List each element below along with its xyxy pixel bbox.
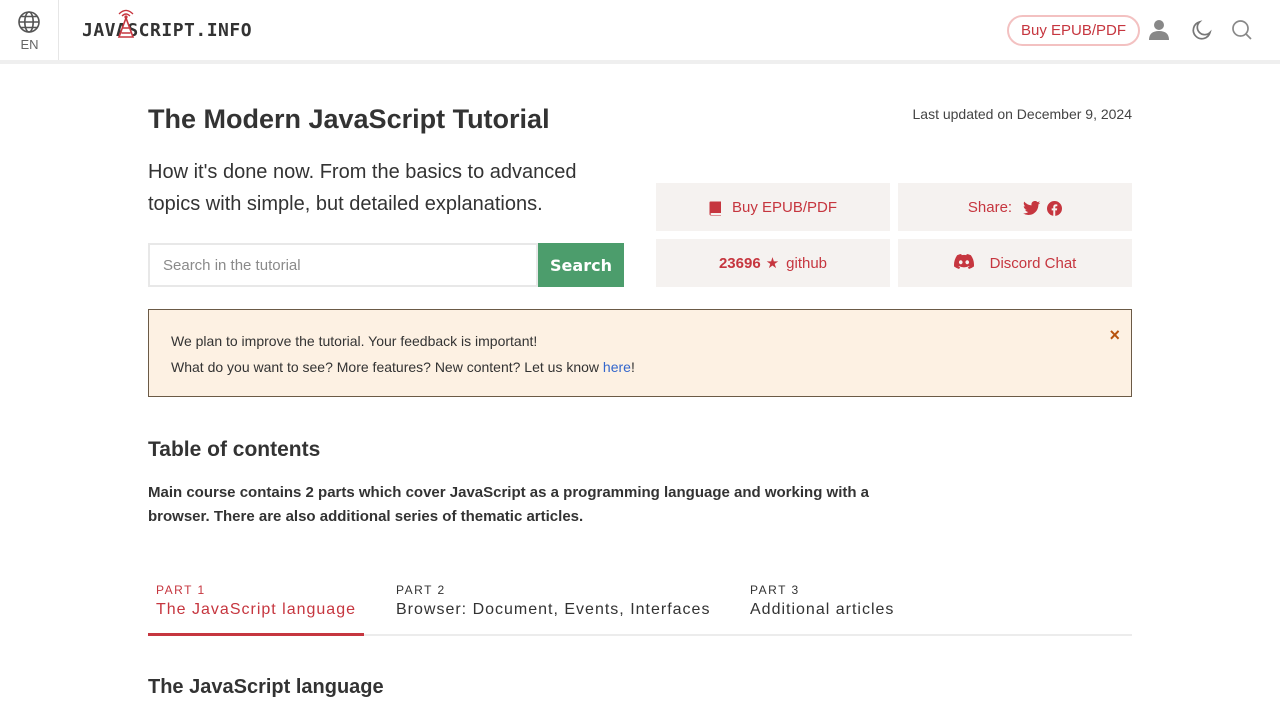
search-icon[interactable] (1230, 18, 1254, 42)
tab-number: PART 2 (396, 583, 446, 597)
notice-line-2-end: ! (630, 359, 635, 375)
top-bar: EN JAVASCRIPT.INFO Buy EPUB/PDF (0, 0, 1280, 64)
buy-epub-button[interactable]: Buy EPUB/PDF (1007, 15, 1140, 46)
tab-part-1[interactable]: PART 1 The JavaScript language (156, 583, 356, 619)
tab-number: PART 3 (750, 583, 800, 597)
discord-icon (953, 254, 974, 269)
language-code: EN (20, 37, 39, 52)
tab-title: Browser: Document, Events, Interfaces (396, 601, 711, 618)
feedback-notice: We plan to improve the tutorial. Your fe… (148, 309, 1132, 397)
github-label: github (786, 254, 828, 272)
share-tile: Share: (898, 183, 1132, 231)
share-label: Share: (967, 198, 1013, 216)
logo-tower-icon (117, 9, 135, 38)
toc-description: Main course contains 2 parts which cover… (148, 484, 870, 525)
moon-icon[interactable] (1190, 18, 1214, 42)
star-icon: ★ (765, 255, 780, 272)
page-title: The Modern JavaScript Tutorial (148, 104, 550, 134)
tab-title: The JavaScript language (156, 601, 356, 618)
logo-text: JAVASCRIPT.INFO (82, 20, 253, 41)
buy-epub-label: Buy EPUB/PDF (731, 198, 838, 216)
github-tile[interactable]: 23696 ★ github (656, 239, 890, 287)
search-input[interactable] (148, 243, 538, 287)
tab-number: PART 1 (156, 583, 206, 597)
notice-line-1: We plan to improve the tutorial. Your fe… (171, 333, 538, 349)
tab-part-2[interactable]: PART 2 Browser: Document, Events, Interf… (396, 583, 710, 619)
active-tab-underline (148, 633, 364, 636)
search-button[interactable]: Search (538, 243, 624, 287)
buy-epub-tile[interactable]: Buy EPUB/PDF (656, 183, 890, 231)
discord-label: Discord Chat (989, 254, 1077, 272)
globe-icon (18, 11, 40, 33)
tab-title: Additional articles (750, 601, 895, 618)
facebook-icon[interactable] (1047, 201, 1063, 216)
last-updated: Last updated on December 9, 2024 (912, 106, 1133, 122)
close-icon[interactable]: × (1109, 326, 1120, 344)
notice-line-2-text: What do you want to see? More features? … (171, 359, 603, 375)
user-icon[interactable] (1147, 18, 1171, 42)
feedback-link[interactable]: here (603, 359, 631, 375)
notice-line-2: What do you want to see? More features? … (171, 359, 635, 375)
section-title: The JavaScript language (148, 676, 384, 698)
book-icon (709, 201, 721, 215)
twitter-icon[interactable] (1023, 201, 1041, 216)
discord-tile[interactable]: Discord Chat (898, 239, 1132, 287)
language-switcher[interactable]: EN (0, 0, 59, 60)
tab-part-3[interactable]: PART 3 Additional articles (750, 583, 894, 619)
tagline: How it's done now. From the basics to ad… (148, 161, 577, 215)
toc-heading: Table of contents (148, 438, 321, 461)
github-stars-count: 23696 (718, 254, 761, 272)
